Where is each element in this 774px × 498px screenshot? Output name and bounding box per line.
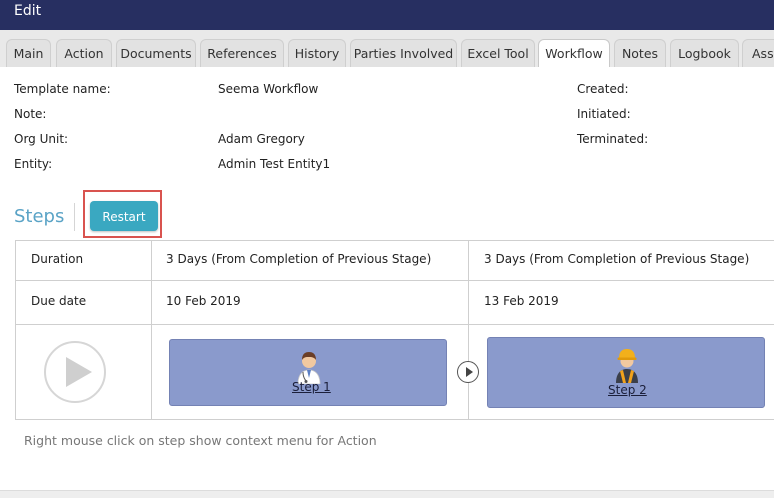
step-1-due-date: 10 Feb 2019 <box>166 294 241 308</box>
tab-bar: Main Action Documents References History… <box>0 30 774 67</box>
window-title: Edit <box>14 3 42 19</box>
template-name-value: Seema Workflow <box>218 82 319 96</box>
grid-line <box>151 240 152 420</box>
tab-notes[interactable]: Notes <box>614 39 666 67</box>
grid-line <box>15 324 774 325</box>
steps-divider <box>74 203 75 231</box>
initiated-label: Initiated: <box>577 107 631 121</box>
tab-main[interactable]: Main <box>6 39 51 67</box>
tab-references[interactable]: References <box>200 39 284 67</box>
tab-excel-tool[interactable]: Excel Tool <box>461 39 535 67</box>
terminated-label: Terminated: <box>577 132 649 146</box>
due-date-label: Due date <box>31 294 87 308</box>
grid-line <box>15 280 774 281</box>
tab-parties-involved[interactable]: Parties Involved <box>350 39 457 67</box>
worker-icon <box>611 347 643 383</box>
steps-hint-text: Right mouse click on step show context m… <box>24 433 377 448</box>
step-2-due-date: 13 Feb 2019 <box>484 294 559 308</box>
tab-assi[interactable]: Assi <box>742 39 774 67</box>
step-1-box[interactable]: Step 1 <box>169 339 447 406</box>
window-titlebar: Edit <box>0 0 774 30</box>
tab-logbook[interactable]: Logbook <box>670 39 739 67</box>
entity-label: Entity: <box>14 157 53 171</box>
grid-line <box>15 419 774 420</box>
created-label: Created: <box>577 82 629 96</box>
tab-documents[interactable]: Documents <box>116 39 196 67</box>
duration-label: Duration <box>31 252 84 266</box>
tab-workflow[interactable]: Workflow <box>538 39 610 67</box>
tab-action[interactable]: Action <box>56 39 112 67</box>
step-2-duration: 3 Days (From Completion of Previous Stag… <box>484 252 750 266</box>
tab-history[interactable]: History <box>288 39 346 67</box>
step-1-duration: 3 Days (From Completion of Previous Stag… <box>166 252 432 266</box>
steps-title: Steps <box>14 206 65 227</box>
start-play-icon[interactable] <box>44 341 106 403</box>
next-arrow-icon <box>457 361 479 383</box>
entity-value: Admin Test Entity1 <box>218 157 331 171</box>
org-unit-value: Adam Gregory <box>218 132 305 146</box>
grid-line <box>15 240 16 420</box>
step-2-link[interactable]: Step 2 <box>608 383 647 397</box>
template-name-label: Template name: <box>14 82 111 96</box>
grid-line <box>468 240 469 420</box>
grid-line <box>15 240 774 241</box>
restart-button[interactable]: Restart <box>90 201 158 231</box>
org-unit-label: Org Unit: <box>14 132 69 146</box>
doctor-icon <box>293 348 325 385</box>
step-2-box[interactable]: Step 2 <box>487 337 765 408</box>
note-label: Note: <box>14 107 47 121</box>
step-1-link[interactable]: Step 1 <box>292 380 331 394</box>
